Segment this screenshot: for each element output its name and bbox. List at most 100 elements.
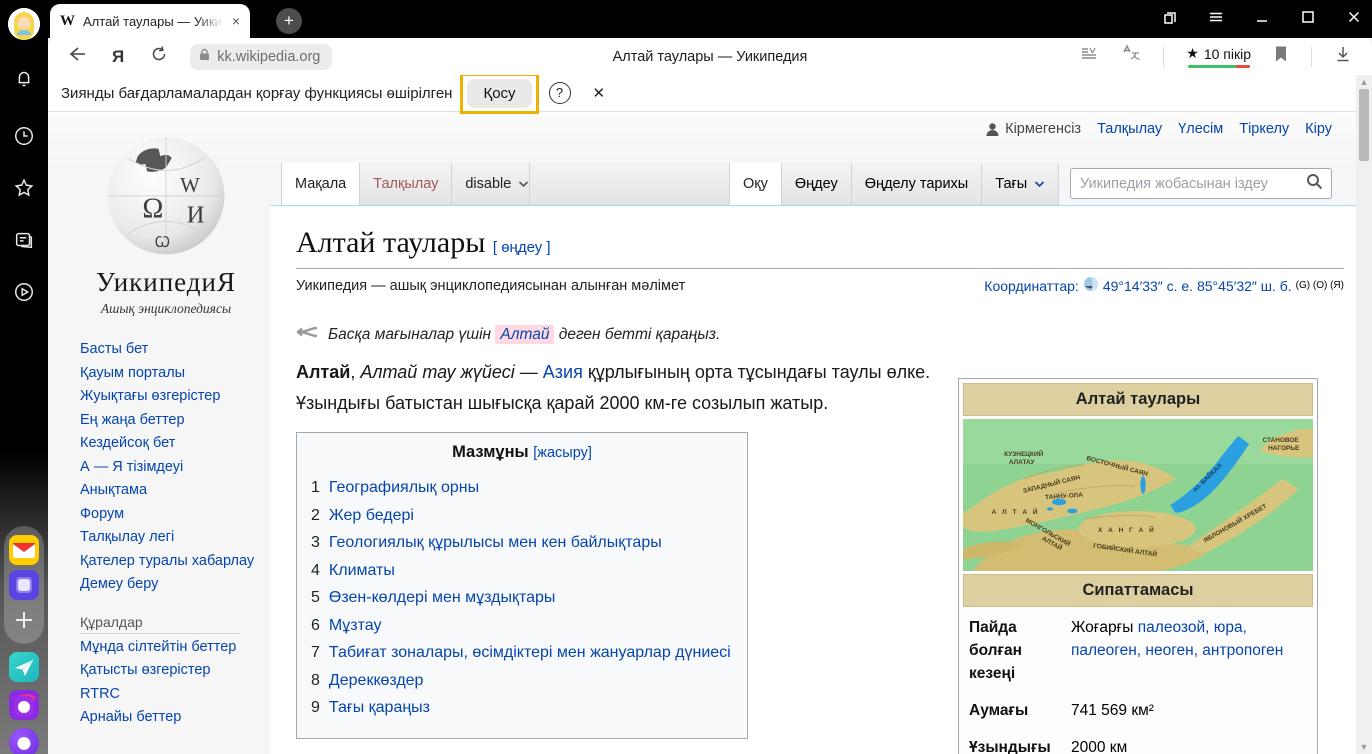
personal-link-contribs[interactable]: Үлесім bbox=[1178, 121, 1223, 137]
tab-edit[interactable]: Өңдеу bbox=[781, 163, 851, 205]
tools-item-special[interactable]: Арнайы беттер bbox=[80, 706, 266, 730]
minimize-icon[interactable] bbox=[1254, 9, 1270, 30]
tab-title: Алтай таулары — Уики bbox=[83, 14, 224, 29]
coordinates-value[interactable]: 49°14′33″ с. е. 85°45′32″ ш. б. bbox=[1103, 278, 1292, 294]
maximize-icon[interactable] bbox=[1300, 9, 1316, 30]
toc-link[interactable]: Мұзтау bbox=[329, 617, 382, 634]
sidebar-item-az[interactable]: А — Я тізімдеуі bbox=[80, 456, 266, 480]
action-highlight-box: Қосу bbox=[460, 73, 538, 114]
messenger-icon[interactable] bbox=[9, 652, 39, 682]
video-play-icon[interactable] bbox=[0, 270, 48, 314]
globe-icon[interactable] bbox=[1083, 276, 1099, 295]
yandex-mail-icon[interactable] bbox=[9, 535, 39, 565]
help-question-icon[interactable]: ? bbox=[549, 82, 571, 104]
personal-link-talk[interactable]: Талқылау bbox=[1097, 121, 1162, 137]
profile-avatar[interactable] bbox=[8, 8, 40, 40]
tab-talk[interactable]: Талқылау bbox=[359, 163, 451, 205]
toc-link[interactable]: Өзен-көлдері мен мұздықтары bbox=[329, 589, 555, 606]
history-clock-icon[interactable] bbox=[0, 114, 48, 158]
address-bar: Я kk.wikipedia.org Алтай таулары — Уикип… bbox=[48, 38, 1372, 75]
close-window-icon[interactable] bbox=[1346, 9, 1362, 30]
toc-link[interactable]: Табиғат зоналары, өсімдіктері мен жануар… bbox=[329, 644, 731, 661]
tab-history[interactable]: Өңделу тарихы bbox=[851, 163, 981, 205]
yandex-docs-icon[interactable] bbox=[9, 570, 39, 600]
scroll-thumb[interactable] bbox=[1359, 89, 1369, 161]
camera-app-icon[interactable] bbox=[9, 690, 39, 720]
wikipedia-logo[interactable]: Ω W И Ꞷ УикипедиЯ Ашық энциклопедиясы bbox=[76, 120, 256, 317]
infobox-row-area: Аумағы 741 569 км² bbox=[963, 692, 1313, 729]
search-input[interactable] bbox=[1071, 176, 1306, 192]
bookmarks-star-icon[interactable] bbox=[0, 166, 48, 210]
tools-item-related[interactable]: Қатысты өзгерістер bbox=[80, 659, 266, 683]
sidebar-item-talkfeed[interactable]: Талқылау легі bbox=[80, 526, 266, 550]
menu-hamburger-icon[interactable] bbox=[1208, 9, 1224, 30]
toc-link[interactable]: Климаты bbox=[329, 562, 395, 579]
tools-item-whatlinks[interactable]: Мұнда сілтейтін беттер bbox=[80, 636, 266, 660]
redirect-split-icon bbox=[296, 325, 318, 344]
sidebar-item-random[interactable]: Кездейсоқ бет bbox=[80, 432, 266, 456]
relief-map-image[interactable]: КУЗНЕЦКИЙ АЛАТАУ ЗАПАДНЫЙ САЯН ВОСТОЧНЫЙ… bbox=[963, 419, 1313, 571]
translate-icon[interactable] bbox=[1121, 44, 1141, 69]
toc-link[interactable]: Дереккөздер bbox=[329, 672, 424, 689]
toc-link[interactable]: Жер бедері bbox=[329, 507, 414, 524]
bookmark-flag-icon[interactable] bbox=[1273, 45, 1289, 68]
anon-user-label: Кірмегенсіз bbox=[985, 121, 1081, 137]
yandex-logo-icon[interactable]: Я bbox=[112, 47, 124, 67]
article-title: Алтай таулары [ өңдеу ] bbox=[296, 226, 1344, 269]
add-app-plus-icon[interactable] bbox=[9, 605, 39, 635]
personal-link-login[interactable]: Кіру bbox=[1305, 121, 1332, 137]
personal-link-register[interactable]: Тіркелу bbox=[1239, 121, 1289, 137]
svg-text:НАГОРЬЕ: НАГОРЬЕ bbox=[1268, 445, 1300, 452]
tab-panels-icon[interactable] bbox=[1162, 9, 1178, 30]
namespace-tabs: Мақала Талқылау disable bbox=[281, 163, 542, 205]
hatnote-link-altai[interactable]: Алтай bbox=[495, 325, 554, 344]
reader-mode-icon[interactable] bbox=[1079, 44, 1099, 69]
toc-hide-link[interactable]: [жасыру] bbox=[533, 445, 592, 461]
notifications-bell-icon[interactable] bbox=[0, 56, 48, 100]
alice-assistant-icon[interactable] bbox=[9, 728, 39, 754]
tab-article[interactable]: Мақала bbox=[281, 163, 359, 205]
back-arrow-icon[interactable] bbox=[66, 45, 86, 68]
coordinates-services[interactable]: (G) (O) (Я) bbox=[1296, 280, 1344, 291]
wiki-search-box bbox=[1070, 168, 1332, 199]
sidebar-item-donate[interactable]: Демеу беру bbox=[80, 573, 266, 597]
tab-read[interactable]: Оқу bbox=[729, 163, 781, 205]
collections-icon[interactable] bbox=[0, 218, 48, 262]
logo-wordmark: УикипедиЯ bbox=[76, 267, 256, 298]
tab-more-dropdown[interactable]: Тағы bbox=[981, 163, 1059, 205]
notification-close-icon[interactable]: ✕ bbox=[593, 84, 606, 102]
enable-protection-button[interactable]: Қосу bbox=[467, 79, 531, 108]
search-icon[interactable] bbox=[1306, 173, 1331, 195]
site-rating[interactable]: ★10 пікір bbox=[1186, 45, 1251, 68]
wiki-sidebar: Басты бет Қауым порталы Жуықтағы өзгеріс… bbox=[80, 338, 266, 730]
sidebar-item-newpages[interactable]: Ең жаңа беттер bbox=[80, 409, 266, 433]
page-scrollbar[interactable]: ▲ ▼ bbox=[1356, 75, 1372, 754]
rating-bar bbox=[1188, 65, 1250, 68]
tab-close-icon[interactable]: × bbox=[232, 13, 240, 29]
scroll-down-arrow[interactable]: ▼ bbox=[1356, 740, 1372, 754]
toc-item: 8Дереккөздер bbox=[311, 667, 747, 695]
sidebar-item-help[interactable]: Анықтама bbox=[80, 479, 266, 503]
lead-paragraph: Алтай, Алтай тау жүйесі — Азия құрлығыны… bbox=[296, 357, 948, 419]
new-tab-button[interactable]: + bbox=[276, 8, 302, 34]
tools-item-rtrc[interactable]: RTRC bbox=[80, 683, 266, 707]
link-asia[interactable]: Азия bbox=[543, 362, 583, 382]
toc-item: 4Климаты bbox=[311, 557, 747, 585]
download-icon[interactable] bbox=[1334, 45, 1352, 68]
sidebar-item-recent[interactable]: Жуықтағы өзгерістер bbox=[80, 385, 266, 409]
lock-icon[interactable] bbox=[198, 48, 211, 66]
browser-tab[interactable]: W Алтай таулары — Уики × bbox=[50, 4, 250, 38]
coordinates-label[interactable]: Координаттар: bbox=[984, 278, 1079, 294]
toc-link[interactable]: Геологиялық құрылысы мен кен байлықтары bbox=[329, 534, 662, 551]
scroll-up-arrow[interactable]: ▲ bbox=[1356, 75, 1372, 89]
edit-section-link[interactable]: [ өңдеу ] bbox=[493, 239, 551, 256]
url-field[interactable]: kk.wikipedia.org bbox=[190, 44, 332, 70]
svg-text:И: И bbox=[187, 201, 205, 228]
toc-link[interactable]: Тағы қараңыз bbox=[329, 699, 430, 716]
reload-icon[interactable] bbox=[150, 45, 168, 68]
sidebar-item-portal[interactable]: Қауым порталы bbox=[80, 362, 266, 386]
sidebar-item-errors[interactable]: Қателер туралы хабарлау bbox=[80, 550, 266, 574]
sidebar-item-main[interactable]: Басты бет bbox=[80, 338, 266, 362]
toc-link[interactable]: Географиялық орны bbox=[329, 479, 479, 496]
sidebar-item-forum[interactable]: Форум bbox=[80, 503, 266, 527]
